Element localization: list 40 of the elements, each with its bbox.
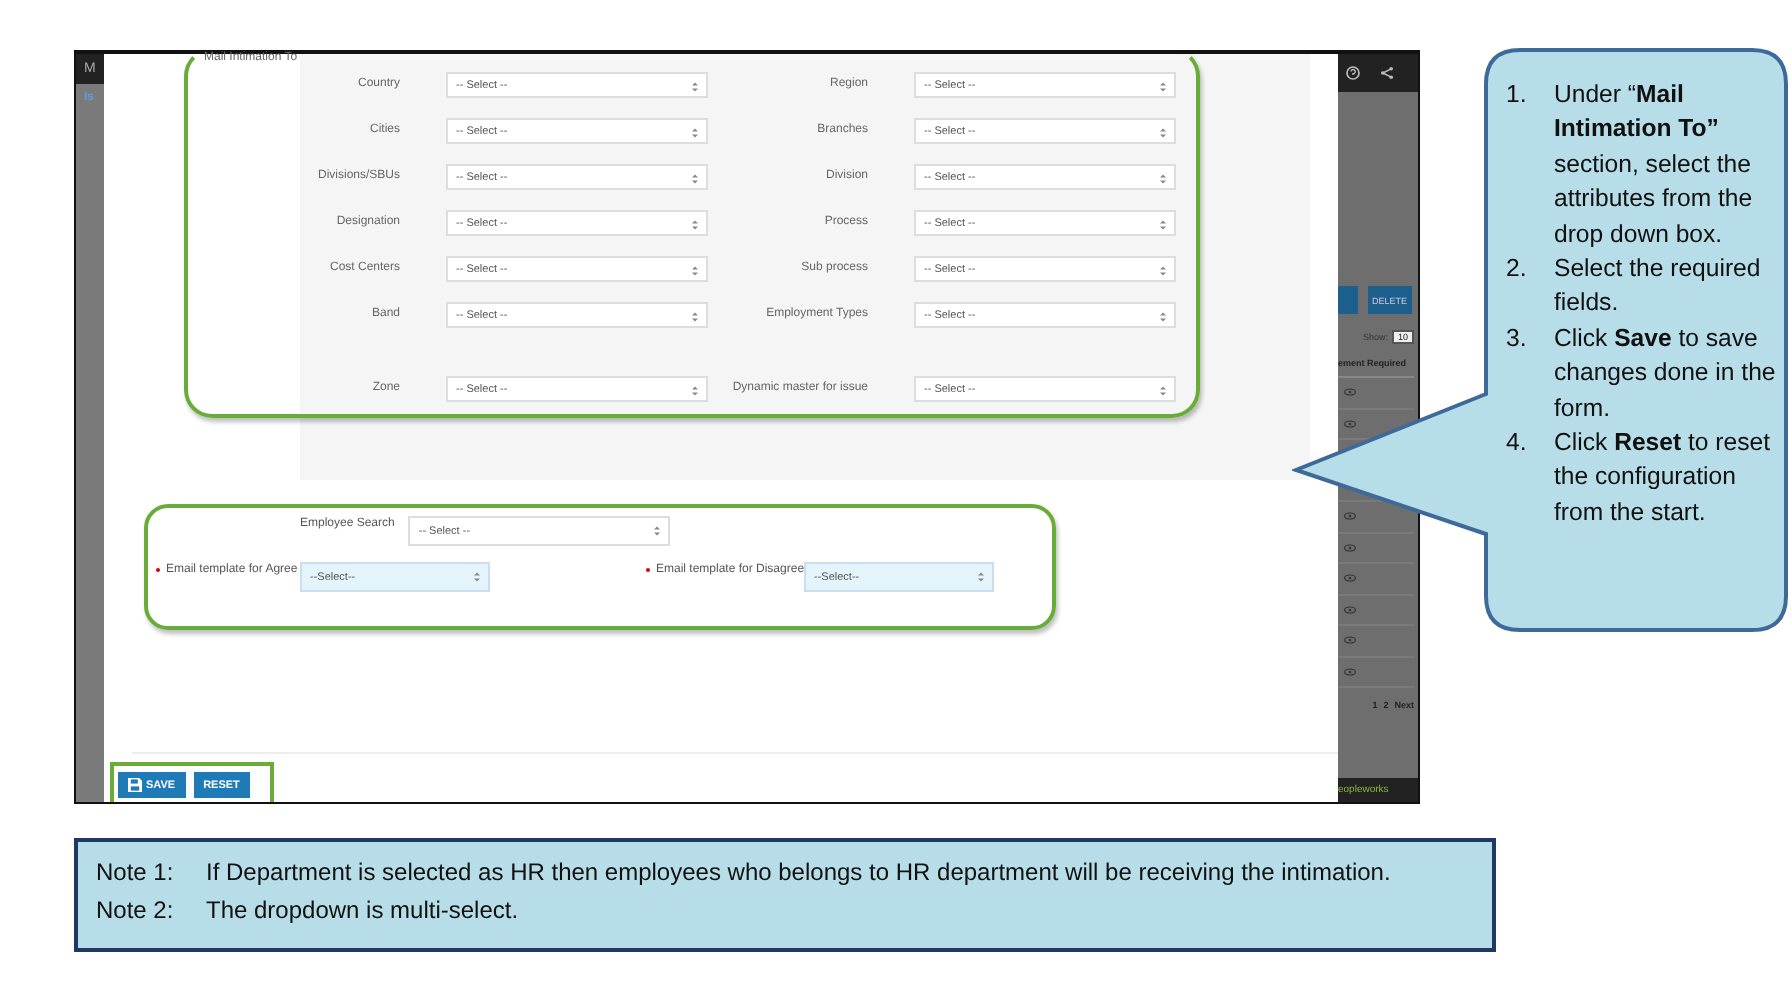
updown-icon <box>1160 174 1166 184</box>
step-text: Under “Mail Intimation To” section, select the attributes from the drop down box. <box>1554 78 1755 252</box>
share-icon[interactable] <box>1380 66 1394 80</box>
updown-icon <box>978 572 984 582</box>
updown-icon <box>692 386 698 396</box>
eye-icon[interactable] <box>1344 388 1356 397</box>
step-number: 3. <box>1506 321 1529 356</box>
updown-icon <box>692 266 698 276</box>
step-number: 1. <box>1506 78 1529 112</box>
updown-icon <box>692 312 698 322</box>
eye-icon[interactable] <box>1344 636 1356 645</box>
updown-icon <box>474 572 480 582</box>
updown-icon <box>1160 82 1166 92</box>
step-text: Click Save to save changes done in the form. <box>1554 321 1778 426</box>
updown-icon <box>692 128 698 138</box>
eye-icon[interactable] <box>1344 605 1356 614</box>
note-text: The dropdown is multi-select. <box>206 896 519 924</box>
eye-icon[interactable] <box>1344 512 1356 521</box>
step-text: Select the required fields. <box>1554 252 1763 321</box>
updown-icon <box>654 526 661 536</box>
eye-icon[interactable] <box>1344 543 1356 552</box>
updown-icon <box>692 220 698 230</box>
help-icon[interactable] <box>1346 66 1360 80</box>
note-label: Note 2: <box>96 896 176 924</box>
eye-icon[interactable] <box>1344 419 1356 428</box>
updown-icon <box>692 82 698 92</box>
updown-icon <box>692 174 698 184</box>
updown-icon <box>1160 266 1166 276</box>
updown-icon <box>1160 386 1166 396</box>
eye-icon[interactable] <box>1344 667 1356 676</box>
step-number: 2. <box>1506 252 1529 287</box>
eye-icon[interactable] <box>1344 574 1356 583</box>
note-label: Note 1: <box>96 858 176 886</box>
updown-icon <box>1160 128 1166 138</box>
note-text: If Department is selected as HR then employees who belongs to HR department will be receiving the intimation. <box>206 858 1391 886</box>
updown-icon <box>1160 312 1166 322</box>
save-icon <box>128 778 142 792</box>
step-text: Click Reset to reset the configuration from the start. <box>1554 426 1772 530</box>
updown-icon <box>1160 220 1166 230</box>
step-number: 4. <box>1506 426 1529 461</box>
